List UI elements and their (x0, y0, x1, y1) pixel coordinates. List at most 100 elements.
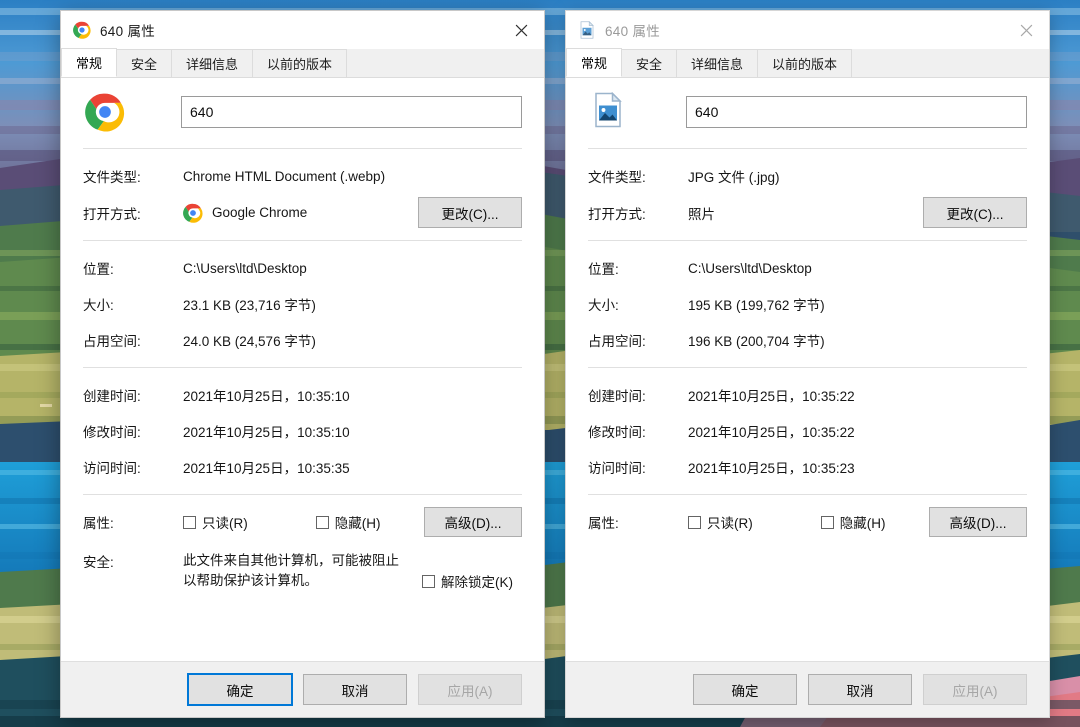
filename-input-right[interactable]: 640 (686, 96, 1027, 128)
checkbox-box (820, 515, 834, 529)
filename-input-left[interactable]: 640 (181, 96, 522, 128)
tab-previous-versions-right[interactable]: 以前的版本 (757, 49, 853, 77)
cancel-button-right[interactable]: 取消 (808, 674, 912, 705)
filetype-section-right: 文件类型: JPG 文件 (.jpg) 打开方式: 照片 更改(C)... (588, 149, 1027, 240)
close-icon[interactable] (1003, 11, 1049, 49)
size-on-disk-label: 占用空间: (83, 334, 141, 349)
titlebar-right[interactable]: 640 属性 (566, 11, 1049, 49)
filename-value: 640 (190, 104, 214, 120)
properties-window-right[interactable]: 640 属性 常规 安全 详细信息 以前的版本 640 文件类型: JPG 文件… (565, 10, 1050, 718)
readonly-checkbox-left[interactable]: 只读(R) (183, 512, 248, 532)
image-file-icon (590, 91, 630, 132)
hidden-label: 隐藏(H) (839, 516, 886, 531)
chrome-icon (183, 203, 203, 223)
opens-with-label: 打开方式: (588, 206, 646, 222)
opens-with-row-left: 打开方式: Google Chrome 更改(C)... (83, 197, 522, 228)
tab-label: 常规 (76, 56, 103, 71)
timestamps-section-right: 创建时间: 2021年10月25日，10:35:22 修改时间: 2021年10… (588, 368, 1027, 494)
attributes-section-left: 属性: 只读(R) 隐藏(H) 高级(D)... 安全: 此文件来自其他计算机，… (83, 495, 522, 604)
hidden-label: 隐藏(H) (334, 516, 381, 531)
filename-value: 640 (695, 104, 719, 120)
properties-window-left[interactable]: 640 属性 常规 安全 详细信息 以前的版本 640 文件类型: Chrome… (60, 10, 545, 718)
timestamps-section-left: 创建时间: 2021年10月25日，10:35:10 修改时间: 2021年10… (83, 368, 522, 494)
window-title-right: 640 属性 (605, 24, 661, 39)
size-row-left: 大小: 23.1 KB (23,716 字节) (83, 289, 522, 319)
tabstrip-right[interactable]: 常规 安全 详细信息 以前的版本 (566, 48, 1049, 78)
opens-with-label: 打开方式: (83, 206, 141, 222)
hidden-checkbox-right[interactable]: 隐藏(H) (820, 512, 886, 532)
panel-spacer (83, 604, 522, 662)
location-value: C:\Users\ltd\Desktop (183, 260, 307, 276)
checkbox-box (422, 574, 435, 588)
size-on-disk-row-left: 占用空间: 24.0 KB (24,576 字节) (83, 325, 522, 355)
security-label: 安全: (83, 555, 114, 570)
tab-security-right[interactable]: 安全 (621, 49, 678, 77)
file-header-left: 640 (83, 78, 522, 148)
tab-security-left[interactable]: 安全 (116, 49, 173, 77)
readonly-label: 只读(R) (707, 516, 753, 531)
security-row-left: 安全: 此文件来自其他计算机，可能被阻止以帮助保护该计算机。 解除锁定(K) (83, 551, 522, 592)
tabstrip-left[interactable]: 常规 安全 详细信息 以前的版本 (61, 48, 544, 78)
cancel-button-left[interactable]: 取消 (303, 674, 407, 705)
tab-previous-versions-left[interactable]: 以前的版本 (252, 49, 348, 77)
created-row-right: 创建时间: 2021年10月25日，10:35:22 (588, 380, 1027, 410)
attributes-row-right: 属性: 只读(R) 隐藏(H) 高级(D)... (588, 507, 1027, 537)
location-label: 位置: (588, 262, 619, 277)
tab-label: 详细信息 (186, 57, 239, 72)
apply-button-right[interactable]: 应用(A) (923, 674, 1027, 705)
opens-with-app-name: 照片 (688, 206, 715, 222)
ok-button-right[interactable]: 确定 (693, 674, 797, 705)
unblock-checkbox-left[interactable]: 解除锁定(K) (422, 571, 513, 591)
chrome-icon (85, 92, 125, 132)
modified-label: 修改时间: (83, 425, 141, 440)
close-icon[interactable] (498, 11, 544, 49)
checkbox-box (315, 515, 329, 529)
general-panel-right: 640 文件类型: JPG 文件 (.jpg) 打开方式: 照片 更改(C)..… (566, 78, 1049, 661)
accessed-value: 2021年10月25日，10:35:23 (688, 461, 855, 476)
tab-label: 常规 (581, 56, 608, 71)
image-file-icon (578, 20, 596, 39)
accessed-row-left: 访问时间: 2021年10月25日，10:35:35 (83, 452, 522, 482)
window-title-left: 640 属性 (100, 24, 156, 39)
tab-general-left[interactable]: 常规 (61, 48, 118, 77)
change-button-left[interactable]: 更改(C)... (418, 197, 522, 228)
general-panel-left: 640 文件类型: Chrome HTML Document (.webp) 打… (61, 78, 544, 661)
created-value: 2021年10月25日，10:35:22 (688, 389, 855, 404)
accessed-label: 访问时间: (588, 461, 646, 476)
tab-details-right[interactable]: 详细信息 (676, 49, 759, 77)
opens-with-value: Google Chrome (183, 203, 418, 223)
location-row-right: 位置: C:\Users\ltd\Desktop (588, 253, 1027, 283)
unblock-label: 解除锁定(K) (441, 575, 513, 590)
size-on-disk-value: 196 KB (200,704 字节) (688, 334, 825, 349)
size-on-disk-value: 24.0 KB (24,576 字节) (183, 334, 316, 349)
accessed-value: 2021年10月25日，10:35:35 (183, 461, 350, 476)
modified-value: 2021年10月25日，10:35:10 (183, 425, 350, 440)
filetype-row-left: 文件类型: Chrome HTML Document (.webp) (83, 161, 522, 191)
created-row-left: 创建时间: 2021年10月25日，10:35:10 (83, 380, 522, 410)
size-row-right: 大小: 195 KB (199,762 字节) (588, 289, 1027, 319)
created-value: 2021年10月25日，10:35:10 (183, 389, 350, 404)
footer-right: 确定 取消 应用(A) (566, 661, 1049, 717)
readonly-checkbox-right[interactable]: 只读(R) (688, 512, 753, 532)
apply-button-left[interactable]: 应用(A) (418, 674, 522, 705)
attributes-row-left: 属性: 只读(R) 隐藏(H) 高级(D)... (83, 507, 522, 537)
opens-with-app-name: Google Chrome (212, 205, 308, 220)
filetype-value: Chrome HTML Document (.webp) (183, 168, 386, 184)
advanced-button-right[interactable]: 高级(D)... (929, 507, 1027, 537)
accessed-label: 访问时间: (83, 461, 141, 476)
tab-details-left[interactable]: 详细信息 (171, 49, 254, 77)
titlebar-left[interactable]: 640 属性 (61, 11, 544, 49)
checkbox-box (688, 515, 701, 529)
footer-left: 确定 取消 应用(A) (61, 661, 544, 717)
size-label: 大小: (588, 298, 619, 313)
attributes-label: 属性: (588, 516, 619, 531)
filetype-label: 文件类型: (83, 170, 141, 185)
ok-button-left[interactable]: 确定 (187, 673, 293, 706)
hidden-checkbox-left[interactable]: 隐藏(H) (315, 512, 381, 532)
location-value: C:\Users\ltd\Desktop (688, 260, 812, 276)
change-button-right[interactable]: 更改(C)... (923, 197, 1027, 228)
location-row-left: 位置: C:\Users\ltd\Desktop (83, 253, 522, 283)
advanced-button-left[interactable]: 高级(D)... (424, 507, 522, 537)
tab-label: 以前的版本 (772, 57, 838, 72)
tab-general-right[interactable]: 常规 (566, 48, 623, 77)
